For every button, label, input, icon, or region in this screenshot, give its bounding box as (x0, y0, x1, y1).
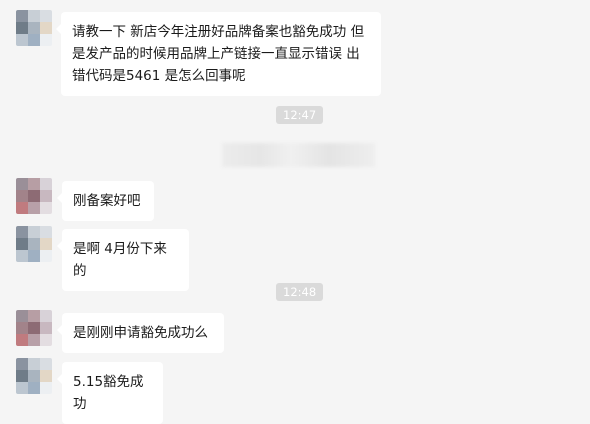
message-bubble[interactable]: 5.15豁免成功 (57, 362, 163, 424)
blurred-system-message (222, 143, 375, 167)
message-bubble[interactable]: 是啊 4月份下来的 (57, 229, 189, 291)
message-text: 5.15豁免成功 (73, 374, 144, 412)
avatar[interactable] (16, 178, 52, 214)
timestamp: 12:47 (276, 106, 324, 124)
message-text: 是啊 4月份下来的 (73, 241, 167, 279)
avatar[interactable] (16, 10, 52, 46)
message-text: 是刚刚申请豁免成功么 (73, 325, 208, 341)
message-bubble[interactable]: 刚备案好吧 (57, 181, 154, 221)
message-bubble[interactable]: 是刚刚申请豁免成功么 (57, 313, 224, 353)
avatar[interactable] (16, 310, 52, 346)
avatar[interactable] (16, 358, 52, 394)
avatar[interactable] (16, 226, 52, 262)
message-text: 刚备案好吧 (73, 193, 141, 209)
timestamp: 12:48 (276, 283, 324, 301)
scrollbar[interactable] (584, 0, 590, 402)
chat-window: 请教一下 新店今年注册好品牌备案也豁免成功 但是发产品的时候用品牌上产链接一直显… (0, 0, 590, 424)
message-text: 请教一下 新店今年注册好品牌备案也豁免成功 但是发产品的时候用品牌上产链接一直显… (72, 24, 365, 84)
message-bubble[interactable]: 请教一下 新店今年注册好品牌备案也豁免成功 但是发产品的时候用品牌上产链接一直显… (56, 12, 381, 96)
